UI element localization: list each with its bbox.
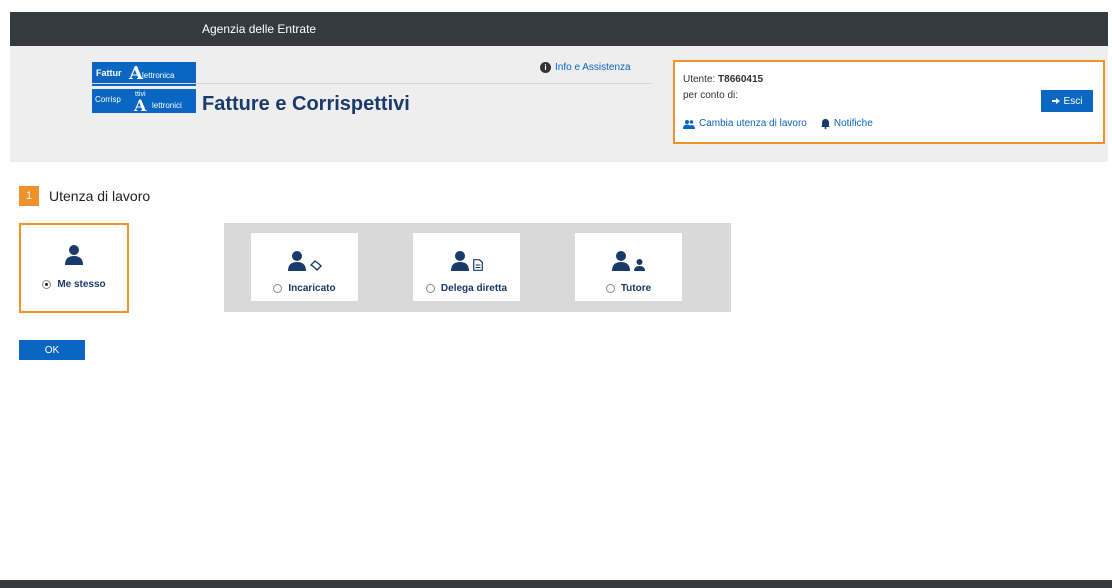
ok-button[interactable]: OK [19,340,85,360]
step-label: Utenza di lavoro [49,188,151,204]
change-user-link[interactable]: Cambia utenza di lavoro [683,118,807,129]
user-icon [65,245,83,265]
top-bar: Agenzia delle Entrate [10,12,1108,46]
bell-icon [820,118,830,129]
info-link[interactable]: i Info e Assistenza [540,62,631,73]
document-icon [472,259,483,271]
child-user-icon [634,259,645,271]
users-icon [683,119,695,129]
user-icon [612,251,630,271]
handshake-icon [309,260,322,271]
user-id: Utente: T8660415 [683,74,764,85]
footer-bar [0,580,1112,588]
user-icon [450,251,469,271]
info-icon: i [540,62,551,73]
sign-out-icon [1051,98,1060,104]
step-heading: 1 Utenza di lavoro [19,186,150,206]
user-panel: Utente: T8660415 per conto di: Cambia ut… [673,60,1105,144]
option-incaricato[interactable]: Incaricato [251,233,358,301]
radio-incaricato[interactable] [273,284,283,293]
header-divider [92,83,652,84]
radio-delega-diretta[interactable] [425,284,435,293]
radio-me-stesso[interactable] [42,280,52,289]
option-delega-diretta[interactable]: Delega diretta [413,233,520,301]
option-tutore[interactable]: Tutore [575,233,682,301]
step-number: 1 [19,186,39,206]
logout-button[interactable]: Esci [1041,90,1093,112]
user-icon [287,251,306,271]
agency-name: Agenzia delle Entrate [202,22,317,36]
on-behalf-label: per conto di: [683,90,739,101]
header: Fattur A lettronica Corrisp ttivi A lett… [10,46,1108,162]
app-logo[interactable]: Fattur A lettronica Corrisp ttivi A lett… [92,62,196,115]
page-title: Fatture e Corrispettivi [202,93,410,115]
radio-tutore[interactable] [605,284,615,293]
notifications-link[interactable]: Notifiche [820,118,873,129]
option-me-stesso[interactable]: Me stesso [19,223,129,313]
